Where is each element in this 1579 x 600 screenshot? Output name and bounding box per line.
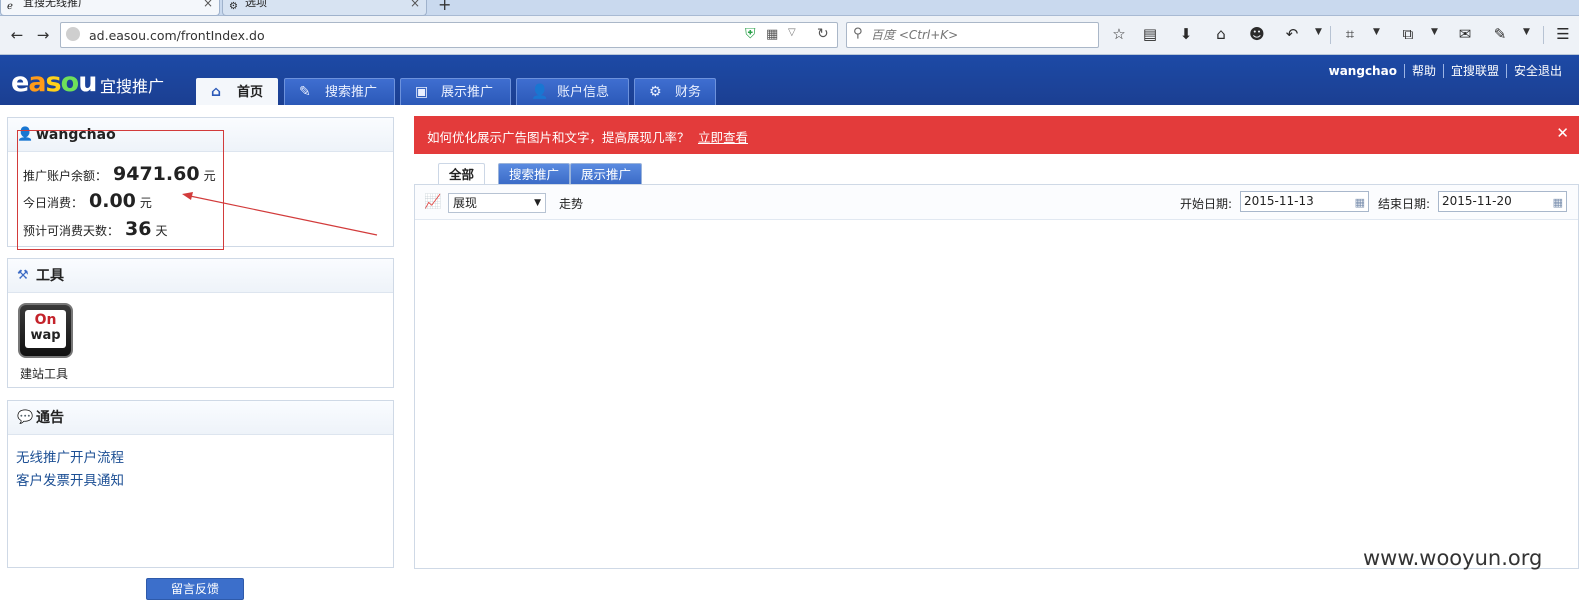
watermark-text: www.wooyun.org [1363,546,1543,570]
annotation-arrow [182,192,378,236]
